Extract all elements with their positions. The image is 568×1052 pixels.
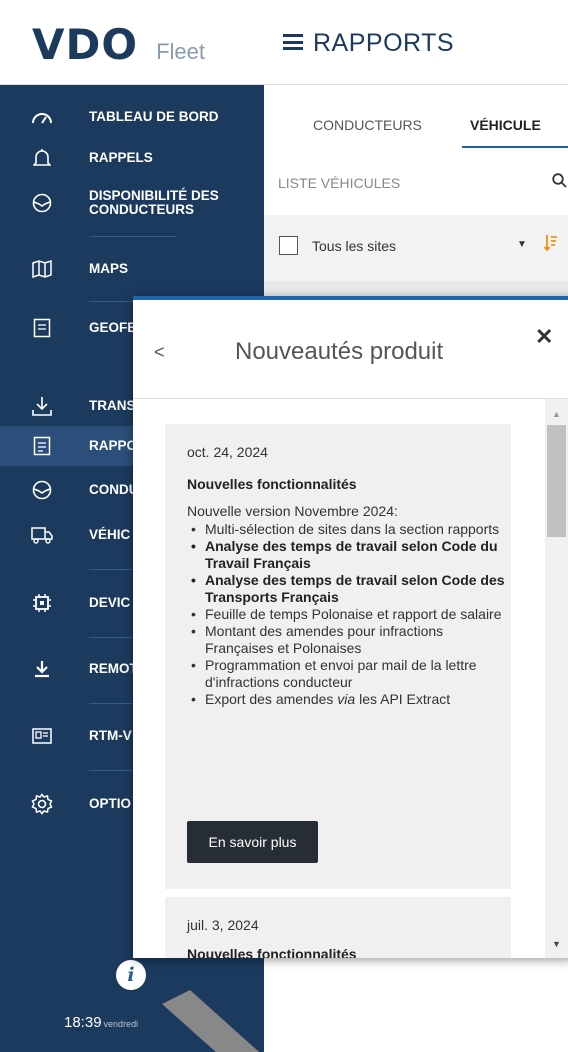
select-all-checkbox[interactable] <box>279 236 298 255</box>
list-item: Programmation et envoi par mail de la le… <box>187 657 507 691</box>
tab-conducteurs[interactable]: CONDUCTEURS <box>313 117 422 133</box>
list-title: LISTE VÉHICULES <box>278 175 401 191</box>
news-card: juil. 3, 2024 Nouvelles fonctionnalités <box>165 897 511 958</box>
scroll-up-icon[interactable]: ▲ <box>552 409 561 419</box>
report-icon <box>31 435 53 457</box>
learn-more-button[interactable]: En savoir plus <box>187 821 318 863</box>
active-tab-indicator <box>462 146 568 148</box>
list-item: Montant des amendes pour infractions Fra… <box>187 623 507 657</box>
download-tray-icon <box>31 395 53 417</box>
news-date: juil. 3, 2024 <box>187 917 259 933</box>
news-intro: Nouvelle version Novembre 2024: <box>187 503 398 519</box>
back-icon[interactable]: < <box>154 342 165 363</box>
clock-time: 18:39 <box>64 1014 102 1031</box>
document-icon <box>31 317 53 339</box>
page-title: RAPPORTS <box>313 29 455 57</box>
list-item: Analyse des temps de travail selon Code … <box>187 572 507 606</box>
close-icon[interactable]: ✕ <box>535 324 553 350</box>
report-tabs: CONDUCTEURS VÉHICULE <box>264 85 568 151</box>
bell-icon <box>31 147 53 169</box>
speedometer-icon <box>31 106 53 128</box>
sidebar-item-label: RTM-V <box>89 728 132 743</box>
tab-vehicule[interactable]: VÉHICULE <box>470 117 541 133</box>
sidebar-item-label: VÉHIC <box>89 527 131 542</box>
top-bar: VDO Fleet RAPPORTS <box>0 0 568 85</box>
news-heading: Nouvelles fonctionnalités <box>187 946 357 958</box>
list-item: Analyse des temps de travail selon Code … <box>187 538 507 572</box>
sidebar-item-label: TABLEAU DE BORD <box>89 109 219 124</box>
cursor-pointer-icon <box>162 990 260 1052</box>
scroll-thumb[interactable] <box>547 425 566 537</box>
truck-icon <box>31 524 53 546</box>
gear-icon <box>31 793 53 815</box>
product-news-dialog: < Nouveautés produit ✕ oct. 24, 2024 Nou… <box>133 296 568 958</box>
sidebar-item-label: REMOT <box>89 661 138 676</box>
sidebar-item-label: OPTIO <box>89 796 132 811</box>
news-heading: Nouvelles fonctionnalités <box>187 476 357 492</box>
list-item: Multi-sélection de sites dans la section… <box>187 521 507 538</box>
sidebar-item-label: DISPONIBILITÉ DES CONDUCTEURS <box>89 188 219 217</box>
sidebar-item-maps[interactable]: MAPS <box>0 251 264 287</box>
clock-day: vendredi <box>103 1019 139 1029</box>
info-icon[interactable]: i <box>116 960 146 990</box>
sidebar-item-label: MAPS <box>89 261 129 276</box>
sidebar-divider <box>89 236 177 237</box>
card-reader-icon <box>31 725 53 747</box>
sidebar-item-label: CONDU <box>89 482 139 497</box>
news-list[interactable]: oct. 24, 2024 Nouvelles fonctionnalités … <box>133 399 543 958</box>
list-item: Export des amendes via les API Extract <box>187 691 507 708</box>
search-icon[interactable] <box>552 173 567 192</box>
steering-wheel-icon <box>31 192 53 214</box>
download-icon <box>31 658 53 680</box>
sidebar-item-label: DEVIC <box>89 595 131 610</box>
logo-text: VDO <box>32 20 139 69</box>
sidebar-item-label: RAPPELS <box>89 150 153 165</box>
dialog-title: Nouveautés produit <box>235 338 444 365</box>
scroll-down-icon[interactable]: ▼ <box>552 939 561 949</box>
chevron-down-icon[interactable]: ▼ <box>517 239 527 250</box>
logo-sub: Fleet <box>156 39 205 64</box>
sidebar-item-label: GEOFE <box>89 320 137 335</box>
map-icon <box>31 258 53 280</box>
sidebar-item-tableau-de-bord[interactable]: TABLEAU DE BORD <box>0 97 264 137</box>
sidebar-item-rappels[interactable]: RAPPELS <box>0 145 264 171</box>
scrollbar[interactable]: ▲ ▼ <box>545 399 568 958</box>
steering-wheel-icon <box>31 479 53 501</box>
site-filter-row: Tous les sites ▼ <box>264 215 568 281</box>
sidebar-item-label: RAPPO <box>89 438 138 453</box>
news-feature-list: Multi-sélection de sites dans la section… <box>187 521 507 708</box>
news-card: oct. 24, 2024 Nouvelles fonctionnalités … <box>165 424 511 889</box>
list-item: Feuille de temps Polonaise et rapport de… <box>187 606 507 623</box>
sort-icon[interactable] <box>543 234 558 257</box>
news-date: oct. 24, 2024 <box>187 444 268 460</box>
sidebar-item-disponibilite[interactable]: DISPONIBILITÉ DES CONDUCTEURS <box>0 183 264 223</box>
chip-icon <box>31 592 53 614</box>
clock: 18:39 vendredi <box>64 1014 138 1031</box>
sidebar-item-label: TRANS <box>89 398 136 413</box>
vdo-fleet-logo[interactable]: VDO Fleet <box>32 20 205 69</box>
hamburger-menu-icon[interactable] <box>283 34 303 50</box>
site-filter-label: Tous les sites <box>312 238 397 254</box>
